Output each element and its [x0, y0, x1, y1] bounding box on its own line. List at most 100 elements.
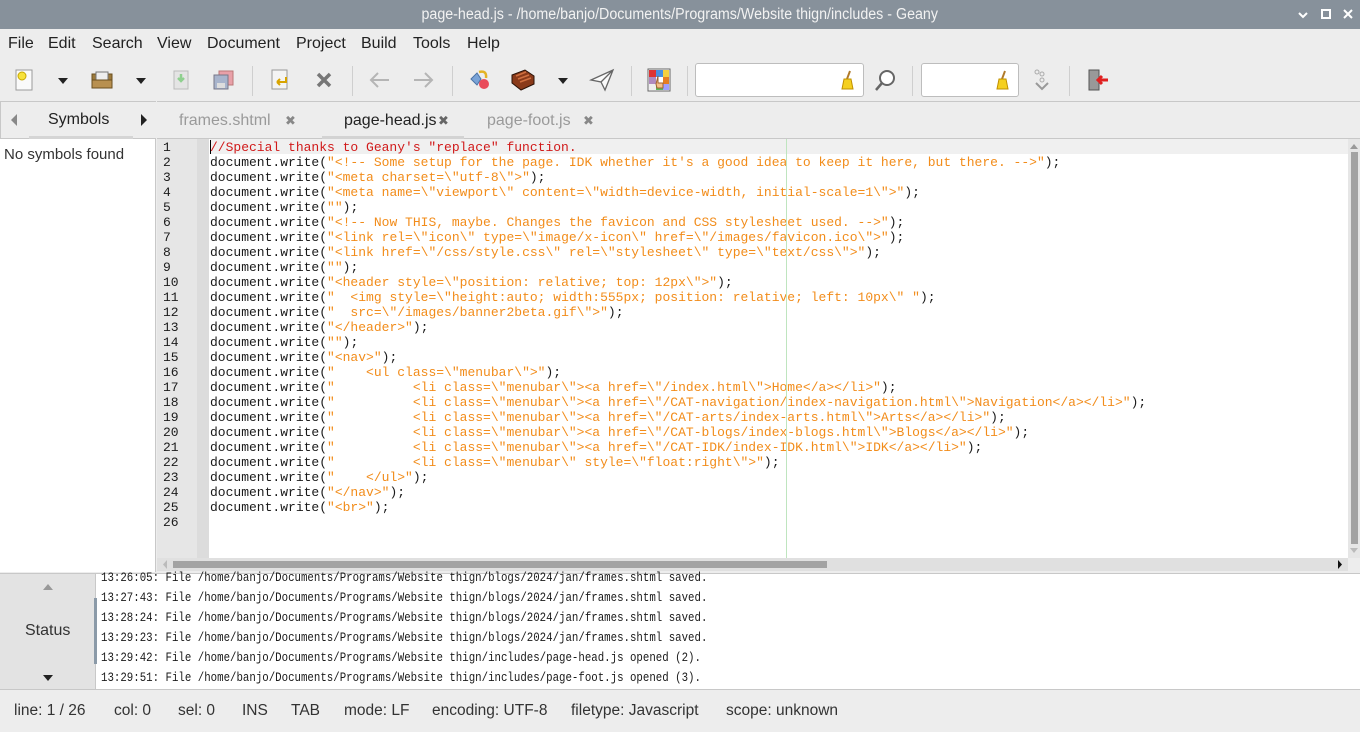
menu-tools[interactable]: Tools: [413, 35, 450, 53]
goto-line-icon: [1034, 69, 1049, 91]
color-chooser-button[interactable]: [645, 66, 673, 94]
menu-build[interactable]: Build: [361, 35, 397, 53]
message-line[interactable]: 13:29:23: File /home/banjo/Documents/Pro…: [101, 631, 707, 646]
goto-line-input[interactable]: [921, 63, 1019, 97]
search-input[interactable]: [695, 63, 864, 97]
clear-goto-icon[interactable]: [996, 70, 1010, 90]
code-line[interactable]: document.write("<meta name=\"viewport\" …: [210, 185, 920, 200]
code-line[interactable]: //Special thanks to Geany's "replace" fu…: [210, 140, 577, 155]
code-line[interactable]: document.write("<!-- Now THIS, maybe. Ch…: [210, 215, 904, 230]
code-line[interactable]: document.write(" <li class=\"menubar\"><…: [210, 425, 1029, 440]
tab-status[interactable]: Status: [25, 622, 70, 640]
sidebar-tab-next-icon[interactable]: [141, 114, 147, 126]
new-file-dropdown[interactable]: [58, 78, 68, 84]
menu-view[interactable]: View: [157, 35, 191, 53]
sidebar-tab-symbols[interactable]: Symbols: [48, 111, 109, 129]
code-line[interactable]: document.write("<!-- Some setup for the …: [210, 155, 1060, 170]
find-button[interactable]: [871, 66, 899, 94]
code-line[interactable]: document.write("</nav>");: [210, 485, 405, 500]
code-line[interactable]: document.write(" <li class=\"menubar\"><…: [210, 380, 897, 395]
code-line[interactable]: document.write("");: [210, 260, 358, 275]
menu-search[interactable]: Search: [92, 35, 143, 53]
revert-button[interactable]: [266, 66, 294, 94]
code-line[interactable]: document.write(" <ul class=\"menubar\">"…: [210, 365, 561, 380]
code-line[interactable]: document.write(" <li class=\"menubar\" s…: [210, 455, 780, 470]
scroll-right-icon[interactable]: [1335, 558, 1345, 571]
code-line[interactable]: document.write("");: [210, 200, 358, 215]
vertical-scroll-thumb[interactable]: [1351, 152, 1358, 544]
scroll-up-icon[interactable]: [1348, 141, 1360, 151]
message-tabs: Status: [0, 574, 96, 689]
menu-help[interactable]: Help: [467, 35, 500, 53]
compile-button[interactable]: [466, 66, 494, 94]
code-editor[interactable]: 1 2 3 4 5 6 7 8 9 10 11 12 13 14 15 16 17 18 19 20 21 22 23 24 2…: [157, 139, 1360, 558]
line-number: 15: [163, 350, 179, 365]
code-line[interactable]: document.write(" src=\"/images/banner2be…: [210, 305, 624, 320]
horizontal-scroll-thumb[interactable]: [173, 561, 827, 568]
code-line[interactable]: document.write("<link rel=\"icon\" type=…: [210, 230, 904, 245]
menu-project[interactable]: Project: [296, 35, 346, 53]
goto-line-button[interactable]: [1028, 66, 1056, 94]
message-line[interactable]: 13:28:24: File /home/banjo/Documents/Pro…: [101, 611, 707, 626]
close-window-button[interactable]: [1337, 0, 1359, 29]
toolbar-separator: [687, 66, 688, 96]
scroll-left-icon[interactable]: [160, 558, 170, 571]
message-line[interactable]: 13:29:42: File /home/banjo/Documents/Pro…: [101, 651, 701, 666]
code-line[interactable]: document.write("<br>");: [210, 500, 389, 515]
menu-document[interactable]: Document: [207, 35, 280, 53]
build-dropdown[interactable]: [558, 78, 568, 84]
new-file-icon: [15, 69, 33, 91]
message-line[interactable]: 13:26:05: File /home/banjo/Documents/Pro…: [101, 571, 707, 586]
editor-horizontal-scrollbar[interactable]: [157, 558, 1348, 571]
menu-file[interactable]: File: [8, 35, 34, 53]
string-token: "<link href=\"/css/style.css\" rel=\"sty…: [327, 245, 866, 260]
code-line[interactable]: document.write("");: [210, 335, 358, 350]
code-line[interactable]: document.write("<meta charset=\"utf-8\">…: [210, 170, 545, 185]
build-button[interactable]: [509, 66, 537, 94]
tab-frames-shtml[interactable]: frames.shtml ✖: [157, 102, 322, 139]
tab-close-icon[interactable]: ✖: [285, 102, 296, 139]
code-token: document.write(: [210, 485, 328, 500]
new-file-button[interactable]: [10, 66, 38, 94]
fold-margin[interactable]: [197, 139, 209, 558]
close-file-button[interactable]: [310, 66, 338, 94]
code-line[interactable]: document.write(" </ul>");: [210, 470, 428, 485]
line-number: 20: [163, 425, 179, 440]
quit-button[interactable]: [1084, 66, 1112, 94]
line-number: 24: [163, 485, 179, 500]
menu-edit[interactable]: Edit: [48, 35, 76, 53]
code-line[interactable]: document.write(" <li class=\"menubar\"><…: [210, 440, 982, 455]
string-token: " <ul class=\"menubar\">": [327, 365, 546, 380]
message-line[interactable]: 13:27:43: File /home/banjo/Documents/Pro…: [101, 591, 707, 606]
tab-close-icon[interactable]: ✖: [583, 102, 594, 139]
code-line[interactable]: document.write(" <img style=\"height:aut…: [210, 290, 936, 305]
minimize-button[interactable]: [1292, 0, 1314, 29]
message-line[interactable]: 13:29:51: File /home/banjo/Documents/Pro…: [101, 671, 701, 686]
string-token: "<link rel=\"icon\" type=\"image/x-icon\…: [327, 230, 889, 245]
back-button[interactable]: [366, 66, 394, 94]
code-line[interactable]: document.write(" <li class=\"menubar\"><…: [210, 395, 1146, 410]
open-file-dropdown[interactable]: [136, 78, 146, 84]
tab-down-icon[interactable]: [42, 674, 54, 682]
code-line[interactable]: document.write("<nav>");: [210, 350, 397, 365]
string-token: " <li class=\"menubar\"><a href=\"/CAT-I…: [327, 440, 967, 455]
save-button[interactable]: [167, 66, 195, 94]
line-number: 11: [163, 290, 179, 305]
tab-page-head-js[interactable]: page-head.js ✖: [322, 102, 464, 139]
tab-up-icon[interactable]: [42, 583, 54, 591]
execute-button[interactable]: [588, 66, 616, 94]
tab-close-icon[interactable]: ✖: [438, 102, 449, 139]
open-file-button[interactable]: [88, 66, 116, 94]
tab-page-foot-js[interactable]: page-foot.js ✖: [465, 102, 615, 139]
maximize-button[interactable]: [1315, 0, 1337, 29]
code-line[interactable]: document.write("<header style=\"position…: [210, 275, 733, 290]
code-line[interactable]: document.write("<link href=\"/css/style.…: [210, 245, 881, 260]
sidebar-tab-prev-icon[interactable]: [11, 114, 17, 126]
save-all-button[interactable]: [209, 66, 237, 94]
code-line[interactable]: document.write(" <li class=\"menubar\"><…: [210, 410, 1006, 425]
code-line[interactable]: document.write("</header>");: [210, 320, 428, 335]
editor-vertical-scrollbar[interactable]: [1348, 139, 1360, 558]
clear-search-icon[interactable]: [841, 70, 855, 90]
forward-button[interactable]: [409, 66, 437, 94]
scroll-down-icon[interactable]: [1348, 546, 1360, 556]
